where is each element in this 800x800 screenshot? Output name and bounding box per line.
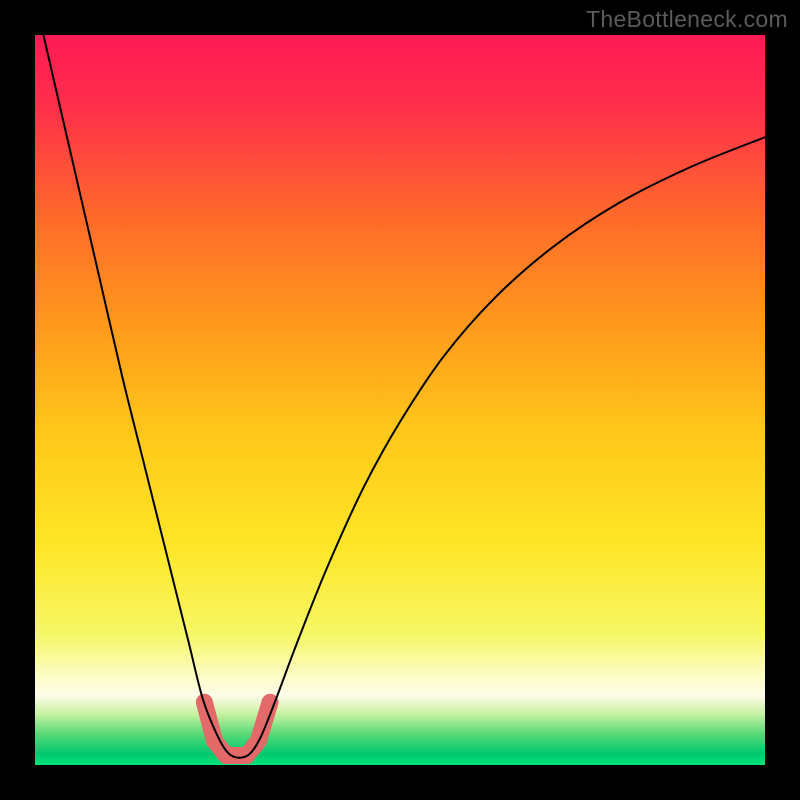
watermark-text: TheBottleneck.com (586, 6, 788, 33)
chart-svg (35, 35, 765, 765)
plot-area (35, 35, 765, 765)
chart-frame: TheBottleneck.com (0, 0, 800, 800)
gradient-background (35, 35, 765, 765)
